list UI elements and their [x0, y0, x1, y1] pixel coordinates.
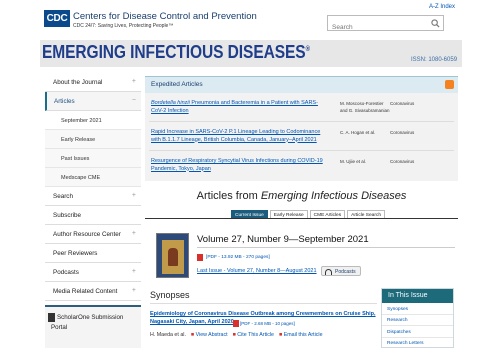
sidebar-item-label: Articles: [54, 98, 75, 105]
expedited-heading: Expedited Articles: [151, 81, 203, 88]
journal-banner: EMERGING INFECTIOUS DISEASES®: [40, 40, 462, 67]
issn: ISSN: 1080-6059: [411, 57, 458, 63]
article-authors: H. Maeda et al.: [150, 332, 186, 338]
list-item: Rapid Increase in SARS-CoV-2 P.1 Lineage…: [149, 122, 454, 151]
in-this-issue-heading: In This Issue: [382, 289, 453, 303]
article-authors: M. Moscoso-Forestier and G. Sivasubraman…: [340, 101, 390, 113]
cite-icon: ■: [232, 332, 236, 338]
cite-label: Cite This Article: [237, 332, 274, 338]
article-authors: C. A. Hogan et al.: [340, 130, 376, 135]
sidebar-item-author-resource[interactable]: Author Resource Center +: [45, 225, 141, 244]
sidebar-item-label: Podcasts: [53, 269, 79, 276]
scholarone-portal-link[interactable]: ScholarOne Submission Portal: [45, 305, 141, 348]
view-abstract-link[interactable]: ■ View Abstract: [191, 332, 228, 338]
registered-mark: ®: [305, 45, 310, 53]
sidebar-subitem-september-2021[interactable]: September 2021: [45, 111, 141, 130]
divider: [150, 303, 377, 304]
expedited-header: Expedited Articles: [145, 77, 458, 93]
expand-icon[interactable]: +: [132, 78, 136, 85]
journal-title-text: EMERGING INFECTIOUS DISEASES: [42, 41, 306, 62]
sidebar-subitem-medscape-cme[interactable]: Medscape CME: [45, 168, 141, 187]
issue-cover-image[interactable]: [156, 233, 189, 278]
expand-icon[interactable]: +: [132, 230, 136, 237]
top-bar: CDC Centers for Disease Control and Prev…: [0, 0, 500, 38]
org-tagline: CDC 24/7: Saving Lives, Protecting Peopl…: [73, 23, 174, 29]
pdf-icon[interactable]: [233, 320, 239, 327]
in-this-issue-research[interactable]: Research: [382, 315, 453, 326]
sidebar-item-subscribe[interactable]: Subscribe: [45, 206, 141, 225]
synopsis-meta: H. Maeda et al. ■ View Abstract ■ Cite T…: [150, 332, 323, 338]
rss-icon[interactable]: [445, 80, 454, 89]
podcasts-button[interactable]: Podcasts: [321, 266, 361, 276]
articles-heading-prefix: Articles from: [196, 190, 261, 202]
articles-heading: Articles from Emerging Infectious Diseas…: [145, 190, 458, 202]
divider: [197, 247, 455, 248]
last-issue-link[interactable]: Last Issue - Volume 27, Number 8—August …: [197, 268, 317, 274]
issue-pdf-link[interactable]: [PDF - 13.92 MB - 270 pages]: [206, 255, 270, 260]
in-this-issue-research-letters[interactable]: Research Letters: [382, 338, 453, 348]
az-index-link[interactable]: A-Z Index: [429, 4, 455, 10]
cover-artwork: [162, 240, 184, 274]
org-name[interactable]: Centers for Disease Control and Preventi…: [73, 11, 257, 22]
pdf-icon[interactable]: [197, 254, 203, 261]
sidebar-item-search[interactable]: Search +: [45, 187, 141, 206]
email-icon: ■: [279, 332, 283, 338]
podcasts-label: Podcasts: [335, 268, 356, 275]
expand-icon[interactable]: +: [132, 268, 136, 275]
in-this-issue-panel: In This Issue Synopses Research Dispatch…: [381, 288, 454, 348]
expedited-article-link[interactable]: Rapid Increase in SARS-CoV-2 P.1 Lineage…: [151, 129, 327, 144]
sidebar-item-podcasts[interactable]: Podcasts +: [45, 263, 141, 282]
view-abstract-label: View Abstract: [195, 332, 228, 338]
sidebar-item-label: Media Related Content: [53, 288, 118, 295]
issue-title: Volume 27, Number 9—September 2021: [197, 234, 369, 245]
article-category: Coronavirus: [390, 130, 415, 135]
sidebar-item-peer-reviewers[interactable]: Peer Reviewers: [45, 244, 141, 263]
sidebar-item-label: Subscribe: [53, 212, 82, 219]
search-box: [327, 15, 444, 35]
synopses-heading: Synopses: [150, 290, 190, 300]
headphones-icon: [325, 268, 332, 275]
email-label: Email this Article: [283, 332, 323, 338]
expedited-article-link[interactable]: Bordetella hinzii Pneumonia and Bacterem…: [151, 100, 327, 115]
synopsis-pdf-link[interactable]: [PDF - 2.68 MB - 10 pages]: [240, 321, 295, 326]
sidebar-item-articles[interactable]: Articles −: [45, 92, 141, 111]
list-item: Bordetella hinzii Pneumonia and Bacterem…: [149, 93, 454, 122]
sidebar-item-label: Author Resource Center: [53, 231, 121, 238]
sidebar-item-media[interactable]: Media Related Content +: [45, 282, 141, 301]
sidebar-item-label: Peer Reviewers: [53, 250, 98, 257]
list-item: Resurgence of Respiratory Syncytial Viru…: [149, 151, 454, 180]
search-icon[interactable]: [431, 19, 440, 28]
in-this-issue-synopses[interactable]: Synopses: [382, 303, 453, 315]
sidebar-nav: About the Journal + Articles − September 2…: [45, 73, 141, 301]
article-authors: M. Ujiie et al.: [340, 159, 367, 164]
article-category: Coronavirus: [390, 101, 415, 106]
email-article-link[interactable]: ■ Email this Article: [279, 332, 323, 338]
cdc-logo[interactable]: CDC: [44, 10, 70, 27]
cite-article-link[interactable]: ■ Cite This Article: [233, 332, 274, 338]
in-this-issue-dispatches[interactable]: Dispatches: [382, 326, 453, 338]
sidebar-item-label: About the Journal: [53, 79, 103, 86]
journal-title[interactable]: EMERGING INFECTIOUS DISEASES®: [42, 41, 310, 63]
expand-icon[interactable]: +: [132, 192, 136, 199]
collapse-icon[interactable]: −: [132, 97, 136, 104]
abstract-icon: ■: [190, 332, 195, 338]
sidebar-item-about[interactable]: About the Journal +: [45, 73, 141, 92]
articles-heading-journal: Emerging Infectious Diseases: [260, 190, 407, 202]
divider: [145, 218, 458, 219]
expedited-article-link[interactable]: Resurgence of Respiratory Syncytial Viru…: [151, 158, 327, 173]
sidebar-item-label: Search: [53, 193, 73, 200]
sidebar-subitem-past-issues[interactable]: Past Issues: [45, 149, 141, 168]
article-title-italic: Bordetella hinzii: [151, 100, 190, 106]
sidebar-subitem-early-release[interactable]: Early Release: [45, 130, 141, 149]
expedited-articles-panel: Expedited Articles Bordetella hinzii Pne…: [145, 76, 458, 181]
expand-icon[interactable]: +: [132, 287, 136, 294]
search-input[interactable]: [328, 20, 428, 35]
scholarone-label: ScholarOne Submission Portal: [51, 314, 124, 331]
article-category: Coronavirus: [390, 159, 415, 164]
